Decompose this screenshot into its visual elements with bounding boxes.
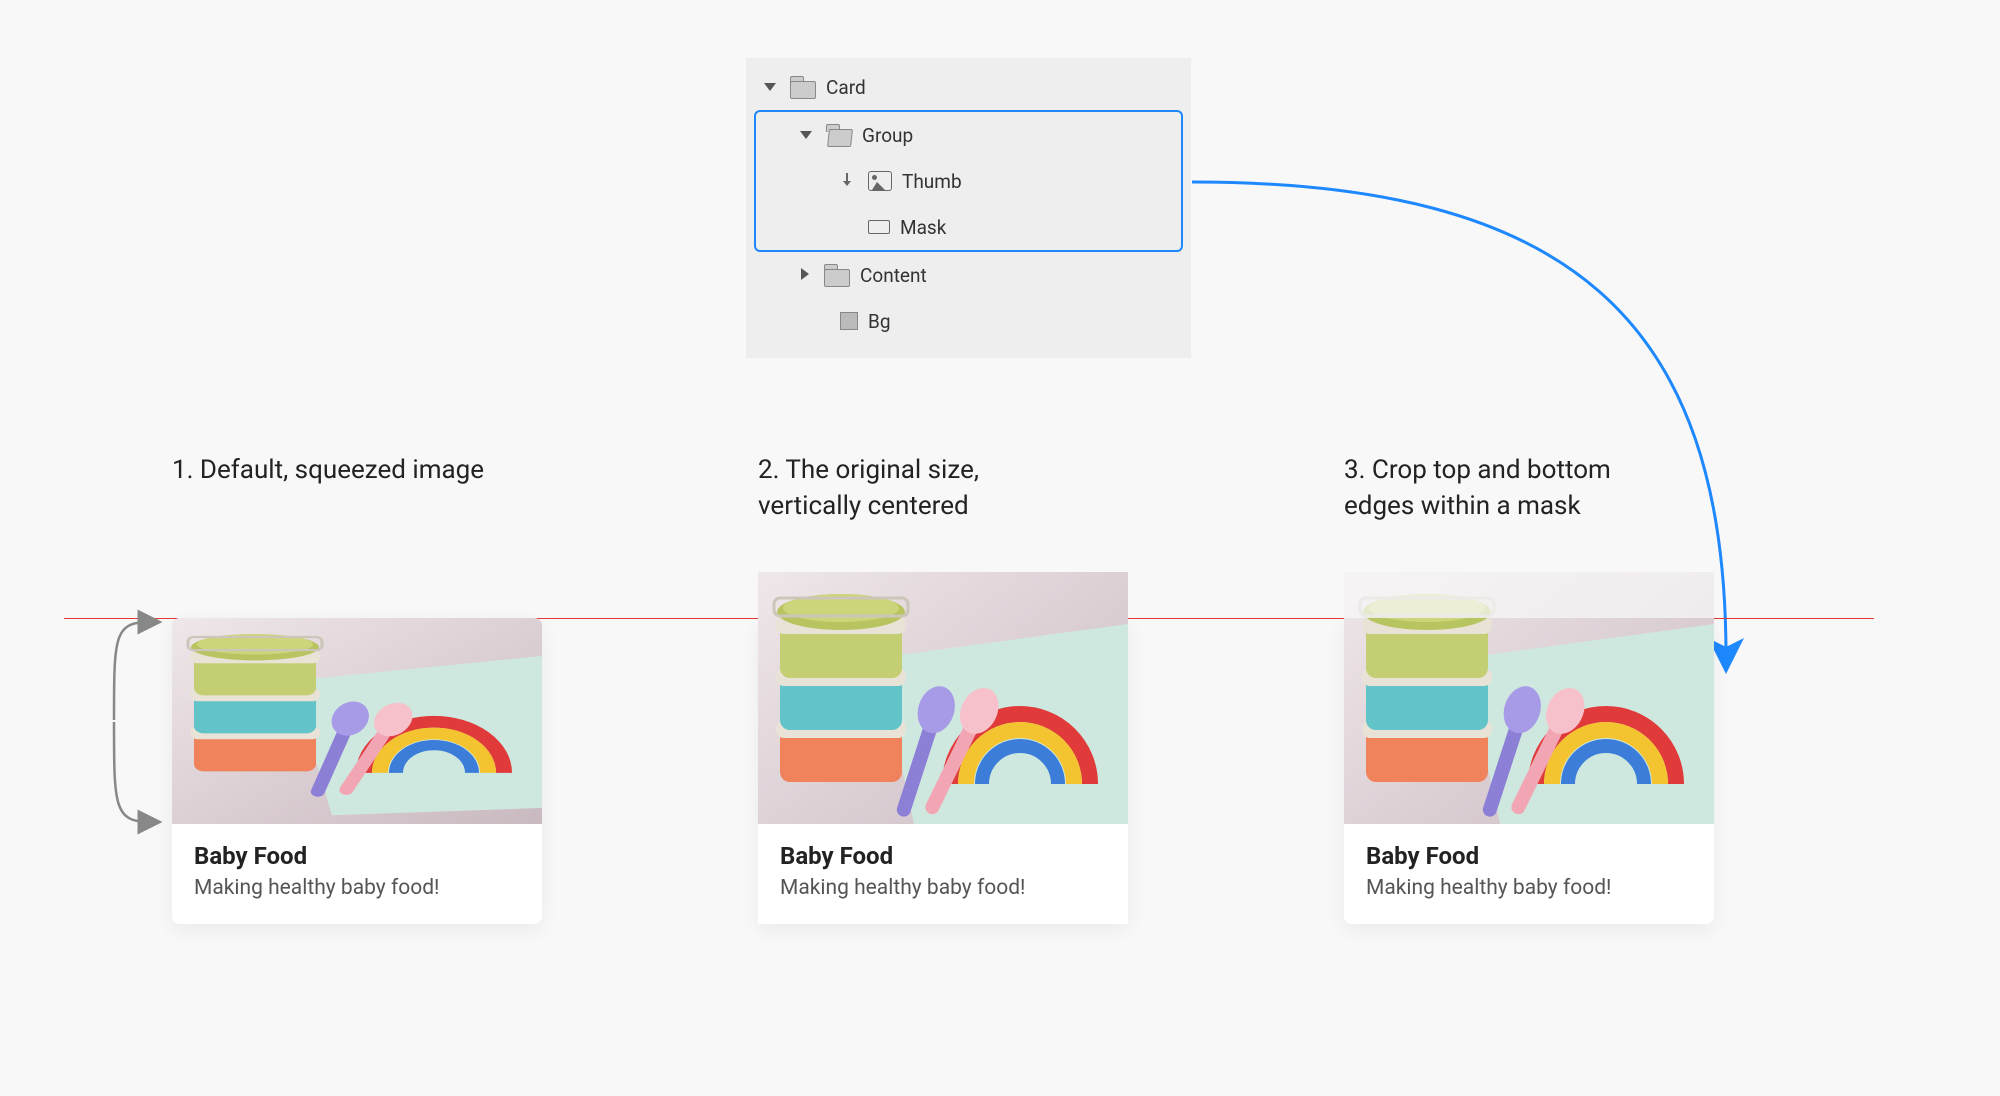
layer-label: Content [860,264,927,287]
preview-card-3: Baby Food Making healthy baby food! [1344,618,1714,924]
layer-label: Card [826,76,866,99]
folder-icon [824,264,850,286]
folder-icon [790,76,816,98]
card-thumb-overflow [758,618,1128,824]
layer-row-bg[interactable]: Bg [746,298,1191,344]
caret-right-icon[interactable] [796,266,814,284]
fill-layer-icon [840,312,858,330]
height-bracket [106,606,154,836]
preview-card-1: Baby Food Making healthy baby food! [172,618,542,924]
card-content: Baby Food Making healthy baby food! [1344,824,1714,924]
layer-label: Thumb [902,170,962,193]
card-thumb-squeezed [172,618,542,824]
photo-icon [172,618,542,824]
caption-3-line1: 3. Crop top and bottom [1344,455,1611,485]
layer-label: Group [862,124,913,147]
layers-panel: Card Group Thumb Mask Content Bg [746,58,1191,358]
card-subtitle: Making healthy baby food! [194,876,520,900]
image-icon [868,171,892,191]
caption-2-line1: 2. The original size, [758,455,979,485]
folder-open-icon [826,124,852,146]
preview-card-2: Baby Food Making healthy baby food! [758,618,1128,924]
layer-label: Mask [900,216,946,239]
card-content: Baby Food Making healthy baby food! [758,824,1128,924]
card-subtitle: Making healthy baby food! [1366,876,1692,900]
layer-row-thumb[interactable]: Thumb [756,158,1181,204]
card-content: Baby Food Making healthy baby food! [172,824,542,924]
caret-down-icon[interactable] [762,78,780,96]
layer-row-content[interactable]: Content [746,252,1191,298]
card-title: Baby Food [780,842,1106,870]
caption-3: 3. Crop top and bottom edges within a ma… [1344,452,1764,525]
insert-arrow-icon [842,173,858,189]
card-title: Baby Food [1366,842,1692,870]
mask-overlay-top [1344,572,1714,618]
layer-label: Bg [868,310,891,333]
layer-row-mask[interactable]: Mask [756,204,1181,250]
selected-group-outline: Group Thumb Mask [754,110,1183,252]
caption-1: 1. Default, squeezed image [172,452,592,488]
caption-2: 2. The original size, vertically centere… [758,452,1178,525]
layer-row-group[interactable]: Group [756,112,1181,158]
caret-down-icon[interactable] [798,126,816,144]
layer-row-card[interactable]: Card [746,64,1191,110]
card-title: Baby Food [194,842,520,870]
rectangle-icon [868,220,890,234]
card-thumb-masked [1344,618,1714,824]
caption-3-line2: edges within a mask [1344,491,1581,521]
photo-icon [758,572,1128,854]
caption-2-line2: vertically centered [758,491,969,521]
card-subtitle: Making healthy baby food! [780,876,1106,900]
